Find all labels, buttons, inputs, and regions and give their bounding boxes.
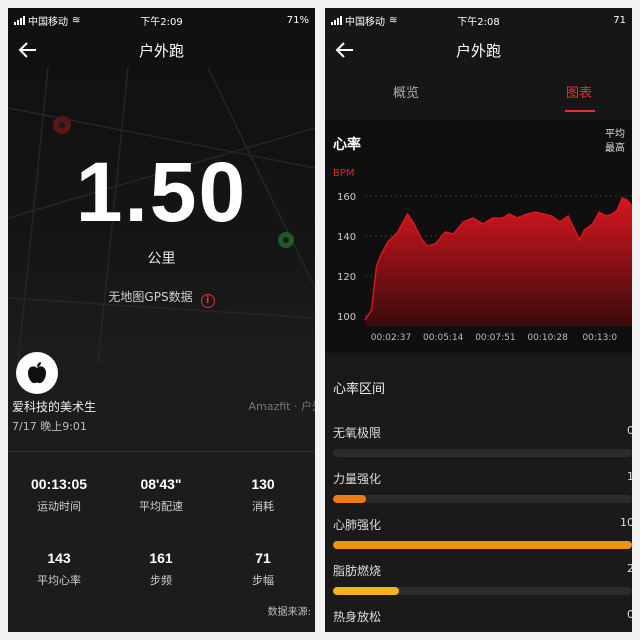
zone-cardio: 心肺强化 10 — [333, 516, 632, 549]
zone-warmup: 热身放松 0 — [333, 608, 632, 632]
y-tick-label: 160 — [337, 192, 356, 203]
device-source: Amazfit · 户外 — [248, 400, 316, 413]
x-tick-label: 00:05:14 — [423, 333, 464, 343]
zone-fill — [333, 587, 399, 595]
user-info: 爱科技的美术生 7/17 晚上9:01 Amazfit · 户外 — [8, 352, 316, 452]
y-tick-label: 120 — [337, 272, 356, 283]
zone-label: 力量强化 — [333, 472, 382, 486]
data-source-label: 数据来源: — [267, 607, 311, 618]
no-gps-notice: 无地图GPS数据 i — [8, 288, 315, 308]
zone-bar — [333, 495, 632, 503]
zone-value: 2 — [627, 562, 632, 575]
stat-label: 运动时间 — [37, 500, 81, 513]
wifi-icon: ≋ — [389, 14, 398, 26]
heart-rate-chart: BPM 100 120 140 160 00:02:37 00:05:14 00:07:51… — [333, 168, 632, 343]
zone-label: 心肺强化 — [333, 518, 382, 532]
stat-label: 平均配速 — [139, 500, 183, 513]
x-tick-label: 00:07:51 — [475, 333, 515, 343]
zone-strength: 力量强化 1 — [333, 470, 632, 503]
zone-value: 0 — [627, 424, 632, 437]
stat-avg-heart-rate: 143 平均心率 — [8, 550, 110, 588]
carrier-label: 中国移动 — [28, 16, 68, 28]
signal-icon — [14, 15, 25, 25]
zone-label: 无氧极限 — [333, 426, 382, 440]
info-icon[interactable]: i — [200, 294, 215, 308]
zone-fat-burn: 脂肪燃烧 2 — [333, 562, 632, 595]
zone-fill — [333, 541, 632, 549]
run-summary-hero: 1.50 公里 无地图GPS数据 i — [8, 68, 315, 364]
user-name: 爱科技的美术生 — [12, 400, 97, 414]
stat-value: 00:13:05 — [30, 476, 88, 492]
stat-value: 161 — [149, 550, 173, 566]
battery-percent: 71% — [286, 14, 309, 26]
left-screen: 中国移动 ≋ 下午2:09 71% 户外跑 1.50 公里 无地图GPS数据 i — [8, 8, 315, 632]
signal-icon — [331, 15, 342, 25]
battery-percent: 71 — [613, 14, 626, 26]
y-axis-unit: BPM — [333, 168, 355, 179]
heart-rate-chart-panel: 心率 平均 最高 BPM 100 120 140 160 00:02:37 00:05:1… — [325, 120, 632, 352]
zone-label: 脂肪燃烧 — [333, 564, 382, 578]
distance-value: 1.50 — [75, 145, 248, 239]
workout-datetime: 7/17 晚上9:01 — [12, 420, 87, 433]
stat-label: 平均心率 — [37, 574, 81, 587]
zones-title: 心率区间 — [333, 382, 386, 397]
stat-label: 步幅 — [252, 574, 274, 587]
stat-label: 消耗 — [252, 500, 274, 513]
stat-value: 71 — [255, 550, 271, 566]
x-tick-label: 00:10:28 — [527, 333, 568, 343]
nav-bar: 户外跑 — [325, 32, 632, 68]
stat-value: 130 — [251, 476, 275, 492]
zone-value: 0 — [627, 608, 632, 621]
heart-rate-zones: 心率区间 无氧极限 0 力量强化 1 心肺强化 10 脂肪燃烧 2 热身放松 0 — [325, 354, 632, 632]
avatar[interactable] — [16, 352, 58, 394]
tab-overview[interactable]: 概览 — [393, 82, 419, 101]
distance-unit: 公里 — [147, 251, 176, 267]
x-tick-label: 00:02:37 — [371, 333, 411, 343]
zone-label: 热身放松 — [333, 610, 382, 624]
stat-avg-pace: 08'43" 平均配速 — [110, 476, 212, 514]
tab-bar: 概览 图表 — [325, 76, 632, 116]
stat-label: 步频 — [150, 574, 172, 587]
x-tick-label: 00:13:0 — [582, 333, 617, 343]
stat-value: 143 — [47, 550, 71, 566]
zone-bar — [333, 587, 632, 595]
stat-duration: 00:13:05 运动时间 — [8, 476, 110, 514]
y-tick-label: 140 — [337, 232, 356, 243]
tab-charts[interactable]: 图表 — [566, 82, 592, 101]
start-pin-icon — [53, 116, 71, 134]
right-screen: 中国移动 ≋ 下午2:08 71 户外跑 概览 图表 心率 平均 最高 BPM … — [325, 8, 632, 632]
page-title: 户外跑 — [138, 41, 184, 60]
status-bar: 中国移动 ≋ 下午2:09 71% — [8, 8, 315, 32]
active-tab-indicator — [565, 110, 595, 112]
zone-anaerobic: 无氧极限 0 — [333, 424, 632, 457]
stat-cadence: 161 步频 — [110, 550, 212, 588]
back-arrow-icon[interactable] — [333, 38, 357, 62]
zone-fill — [333, 495, 366, 503]
page-title: 户外跑 — [455, 41, 501, 60]
zone-bar — [333, 541, 632, 549]
nav-bar: 户外跑 — [8, 32, 315, 68]
carrier-label: 中国移动 — [345, 16, 385, 28]
stat-stride: 71 步幅 — [212, 550, 314, 588]
apple-logo-icon — [28, 362, 46, 384]
back-arrow-icon[interactable] — [16, 38, 40, 62]
zone-value: 1 — [627, 470, 632, 483]
stat-calories: 130 消耗 — [212, 476, 314, 514]
wifi-icon: ≋ — [72, 14, 81, 26]
y-tick-label: 100 — [337, 312, 356, 323]
zone-bar — [333, 449, 632, 457]
stats-grid: 00:13:05 运动时间 08'43" 平均配速 130 消耗 143 平均心… — [8, 452, 315, 632]
status-bar: 中国移动 ≋ 下午2:08 71 — [325, 8, 632, 32]
no-gps-text: 无地图GPS数据 — [108, 290, 193, 304]
zone-value: 10 — [620, 516, 632, 529]
stat-value: 08'43" — [140, 476, 182, 492]
